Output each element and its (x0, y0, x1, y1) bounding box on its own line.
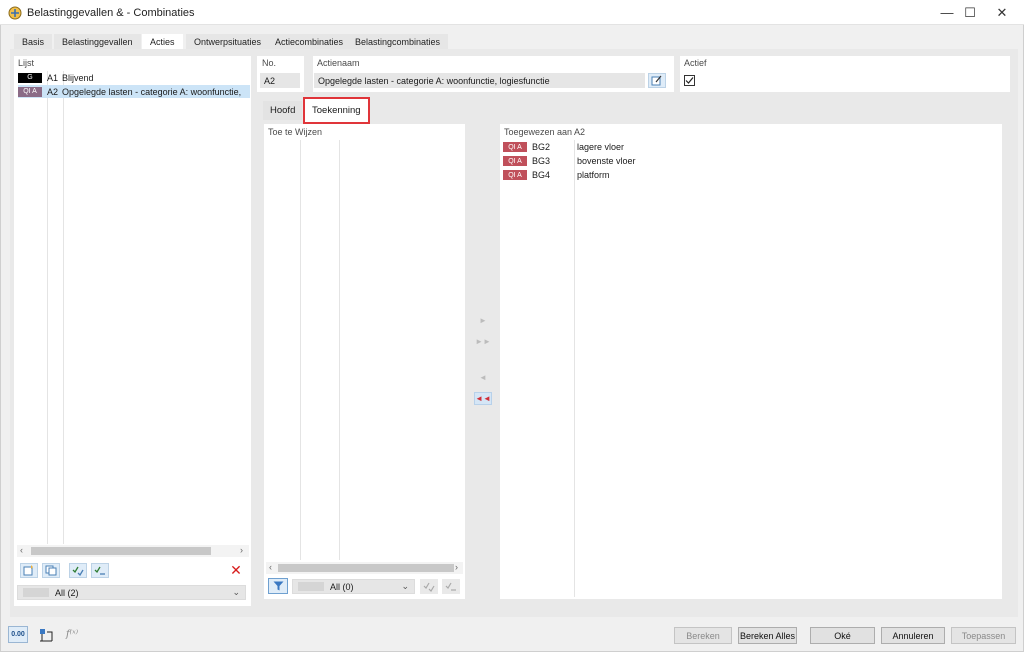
to-assign-filter-dropdown[interactable]: All (0) ⌄ (292, 579, 415, 594)
uncheck-all-icon[interactable] (91, 563, 109, 578)
to-assign-panel (264, 124, 465, 599)
action-name-label: Actienaam (317, 58, 360, 68)
list-column-divider (63, 71, 64, 544)
to-assign-column-divider (300, 140, 301, 560)
tab-acties[interactable]: Acties (142, 34, 183, 50)
load-case-id: BG2 (532, 142, 551, 152)
add-all-button[interactable]: ►► (474, 335, 492, 348)
table-row[interactable]: QI A BG3 bovenste vloer (503, 155, 998, 167)
tab-basis[interactable]: Basis (14, 34, 53, 49)
chevron-down-icon: ⌄ (401, 581, 409, 591)
delete-icon[interactable]: ✕ (227, 562, 245, 578)
formula-icon[interactable]: f⁽ˣ⁾ (62, 626, 82, 643)
check-all-icon[interactable] (69, 563, 87, 578)
tab-ontwerpsituaties[interactable]: Ontwerpsituaties (186, 34, 270, 49)
to-assign-column-divider (339, 140, 340, 560)
list-item-id: A1 (47, 72, 59, 83)
to-assign-filter-value: All (0) (330, 581, 354, 592)
copy-item-icon[interactable] (42, 563, 60, 578)
load-type-tag: QI A (18, 86, 42, 97)
assigned-column-divider (574, 140, 575, 597)
to-assign-horizontal-scrollbar[interactable]: ‹ › (266, 562, 463, 574)
list-item-name: Blijvend (62, 72, 94, 83)
close-button[interactable]: ✕ (982, 0, 1022, 25)
tab-toekenning[interactable]: Toekenning (303, 97, 370, 124)
active-label: Actief (684, 58, 707, 68)
scroll-left-icon[interactable]: ‹ (20, 545, 23, 555)
annuleren-button[interactable]: Annuleren (881, 627, 945, 644)
remove-all-button[interactable]: ◄◄ (474, 392, 492, 405)
checkmark-icon (685, 77, 694, 84)
scroll-right-icon[interactable]: › (240, 545, 243, 555)
load-type-tag: QI A (503, 156, 527, 166)
tab-actiecombinaties[interactable]: Actiecombinaties (267, 34, 352, 49)
filter-icon[interactable] (268, 578, 288, 594)
list-title: Lijst (18, 58, 35, 68)
load-type-tag: QI A (503, 142, 527, 152)
load-case-id: BG4 (532, 170, 551, 180)
table-row[interactable]: QI A BG4 platform (503, 169, 998, 181)
load-case-name: platform (577, 170, 610, 180)
list-filter-dropdown[interactable]: All (2) ⌄ (17, 585, 246, 600)
tab-belastingcombinaties[interactable]: Belastingcombinaties (347, 34, 449, 49)
scroll-thumb[interactable] (278, 564, 454, 572)
list-item[interactable]: QI A A2 Opgelegde lasten - categorie A: … (18, 85, 250, 98)
scroll-thumb[interactable] (31, 547, 211, 555)
active-box (680, 56, 1010, 92)
units-icon[interactable]: 0.00 (8, 626, 28, 643)
add-one-button[interactable]: ► (474, 314, 492, 327)
number-label: No. (262, 58, 277, 68)
check-all-icon[interactable] (420, 579, 438, 594)
scroll-left-icon[interactable]: ‹ (269, 562, 272, 572)
load-case-name: bovenste vloer (577, 156, 636, 166)
active-checkbox[interactable] (684, 75, 695, 86)
load-case-id: BG3 (532, 156, 551, 166)
model-icon[interactable] (36, 626, 56, 643)
uncheck-all-icon[interactable] (442, 579, 460, 594)
chevron-down-icon: ⌄ (232, 587, 240, 597)
load-type-tag: G (18, 72, 42, 83)
title-bar: Belastinggevallen & - Combinaties — ☐ ✕ (0, 0, 1024, 25)
list-filter-value: All (2) (55, 587, 79, 598)
list-horizontal-scrollbar[interactable]: ‹ › (17, 545, 249, 557)
tab-hoofd[interactable]: Hoofd (263, 101, 303, 120)
new-item-icon[interactable] (20, 563, 38, 578)
list-column-divider (47, 71, 48, 544)
edit-name-icon[interactable] (648, 73, 666, 88)
number-field[interactable]: A2 (260, 73, 300, 88)
window-title: Belastinggevallen & - Combinaties (27, 7, 195, 19)
filter-color-swatch (298, 582, 324, 591)
list-item[interactable]: G A1 Blijvend (18, 71, 250, 84)
list-item-name: Opgelegde lasten - categorie A: woonfunc… (62, 86, 242, 97)
ok-button[interactable]: Oké (810, 627, 875, 644)
list-item-id: A2 (47, 86, 59, 97)
action-name-field[interactable]: Opgelegde lasten - categorie A: woonfunc… (314, 73, 645, 88)
load-case-name: lagere vloer (577, 142, 625, 152)
assigned-panel (500, 124, 1002, 599)
toepassen-button[interactable]: Toepassen (951, 627, 1016, 644)
app-icon (8, 6, 22, 20)
to-assign-title: Toe te Wijzen (268, 127, 323, 137)
scroll-right-icon[interactable]: › (455, 562, 458, 572)
bereken-button[interactable]: Bereken (674, 627, 732, 644)
filter-color-swatch (23, 588, 49, 597)
list-panel (14, 56, 251, 606)
remove-one-button[interactable]: ◄ (474, 371, 492, 384)
load-type-tag: QI A (503, 170, 527, 180)
table-row[interactable]: QI A BG2 lagere vloer (503, 141, 998, 153)
bereken-alles-button[interactable]: Bereken Alles (738, 627, 797, 644)
tab-belastinggevallen[interactable]: Belastinggevallen (54, 34, 141, 49)
assigned-title: Toegewezen aan A2 (504, 127, 586, 137)
